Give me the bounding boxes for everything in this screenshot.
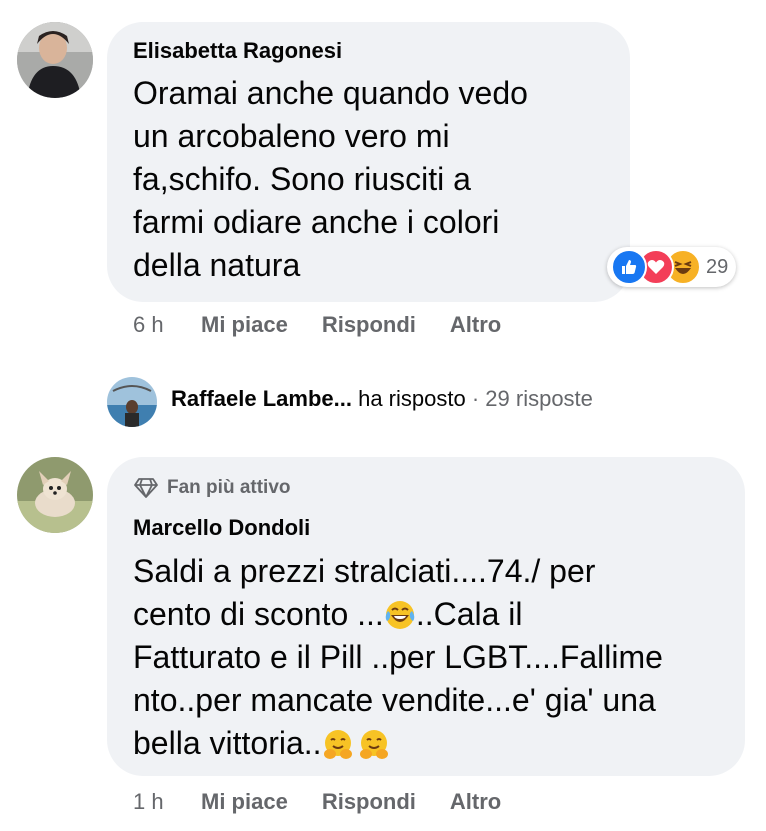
like-button[interactable]: Mi piace (201, 312, 288, 338)
comment-author[interactable]: Marcello Dondoli (133, 515, 310, 541)
timestamp[interactable]: 1 h (133, 789, 201, 815)
reply-button[interactable]: Rispondi (322, 789, 416, 815)
reply-summary[interactable]: Raffaele Lambe... ha risposto · 29 rispo… (171, 386, 593, 412)
comment-line: Oramai anche quando vedo (133, 75, 528, 111)
comment-line: Fatturato e il Pill ..per LGBT....Fallim… (133, 639, 663, 675)
badge-label: Fan più attivo (167, 477, 291, 498)
avatar-marcello[interactable] (17, 457, 93, 533)
timestamp[interactable]: 6 h (133, 312, 201, 338)
comment-text: Saldi a prezzi stralciati....74./ per ce… (133, 550, 733, 765)
more-button[interactable]: Altro (450, 789, 501, 815)
reaction-summary[interactable]: 29 (607, 247, 737, 287)
comment-line: farmi odiare anche i colori (133, 204, 500, 240)
like-button[interactable]: Mi piace (201, 789, 288, 815)
comment-line: bella vittoria.. (133, 722, 733, 765)
comment-line: cento di sconto ... ..Cala il (133, 593, 733, 636)
comment-line: un arcobaleno vero mi (133, 118, 450, 154)
comment-line: fa,schifo. Sono riusciti a (133, 161, 471, 197)
hugging-face-emoji-icon (359, 730, 388, 759)
diamond-icon (134, 478, 158, 498)
reply-separator: · (471, 386, 480, 411)
comment-fragment: cento di sconto ... (133, 596, 384, 632)
comment-text: Oramai anche quando vedo un arcobaleno v… (133, 72, 613, 287)
reaction-count: 29 (706, 255, 729, 278)
comment-fragment: ..Cala il (415, 596, 523, 632)
top-fan-badge: Fan più attivo (133, 477, 291, 499)
comment-author[interactable]: Elisabetta Ragonesi (133, 38, 342, 64)
reply-verb: ha risposto (358, 386, 466, 411)
comment-actions: 1 h Mi piace Rispondi Altro (133, 789, 535, 815)
avatar-elisabetta[interactable] (17, 22, 93, 98)
laughing-crying-emoji-icon (385, 601, 415, 629)
comment-actions: 6 h Mi piace Rispondi Altro (133, 312, 535, 338)
reply-count[interactable]: 29 risposte (485, 386, 593, 411)
more-button[interactable]: Altro (450, 312, 501, 338)
comment-line: Saldi a prezzi stralciati....74./ per (133, 553, 596, 589)
comment-line: della natura (133, 247, 301, 283)
reply-author[interactable]: Raffaele Lambe... (171, 386, 352, 411)
comment-fragment: bella vittoria.. (133, 725, 322, 761)
avatar-raffaele[interactable] (107, 377, 157, 427)
hugging-face-emoji-icon (323, 730, 352, 759)
like-icon (611, 249, 647, 285)
comment-line: nto..per mancate vendite...e' gia' una (133, 682, 656, 718)
reply-button[interactable]: Rispondi (322, 312, 416, 338)
